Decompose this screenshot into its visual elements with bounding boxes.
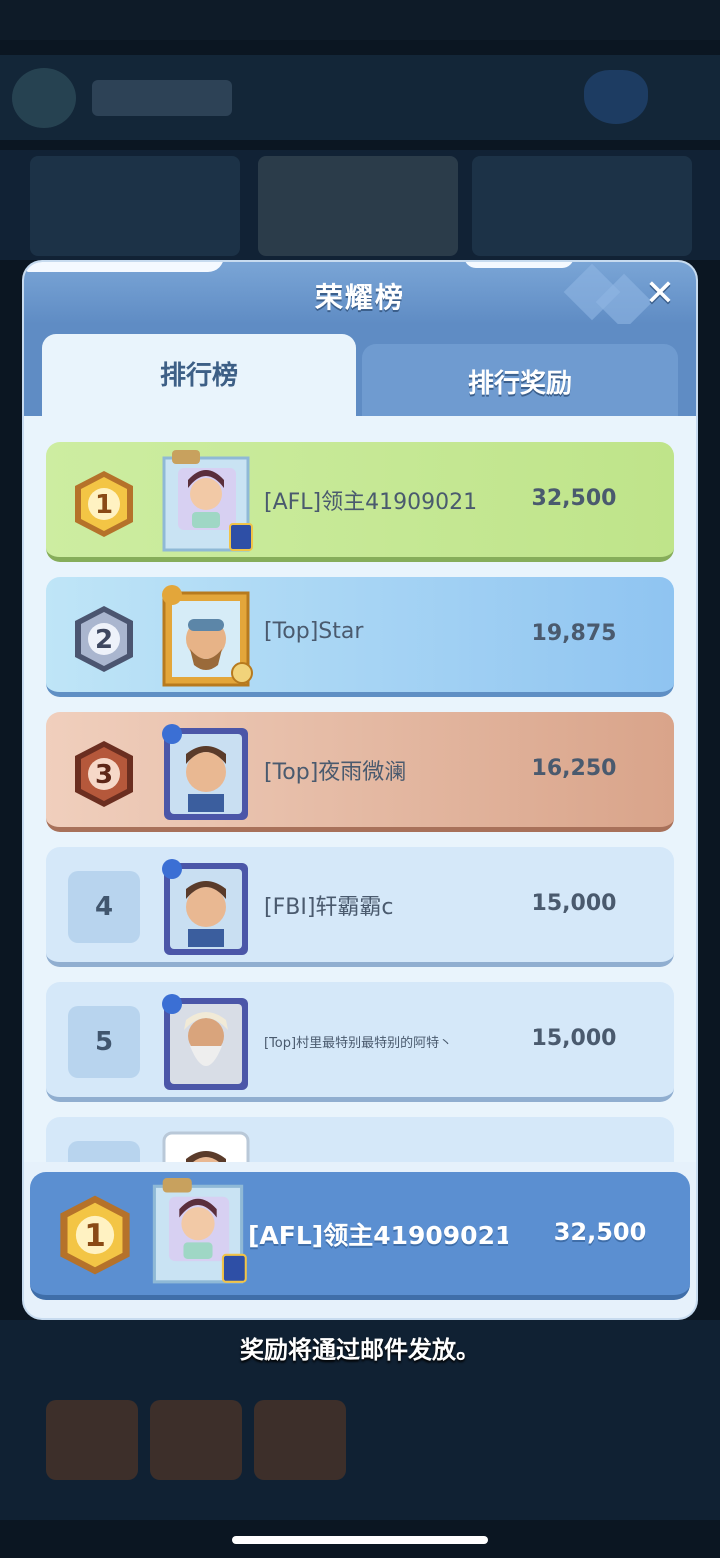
leaderboard-row[interactable] [46,1117,674,1162]
leaderboard-row[interactable]: 5 [Top]村里最特别最特别的阿特丶 15,000 [46,982,674,1102]
player-score: 15,000 [531,1026,617,1051]
background-card [30,156,240,256]
leaderboard-list[interactable]: 1 [AFL]领主41909021 32,500 2 [Top]Star 19,… [24,416,696,1162]
player-name: [Top]Star [264,619,364,644]
rank-number: 4 [68,871,140,943]
medal-rank-label: 3 [95,760,113,790]
leaderboard-row[interactable]: 2 [Top]Star 19,875 [46,577,674,697]
gold-medal-icon: 1 [75,471,133,537]
player-name: [Top]村里最特别最特别的阿特丶 [264,1036,453,1051]
background-title-blur [92,80,232,116]
modal-title: 荣耀榜 [314,281,405,314]
my-player-name: [AFL]领主41909021 [248,1221,508,1250]
rank-number [68,1141,140,1162]
rank-number: 5 [68,1006,140,1078]
background-slot [46,1400,138,1480]
player-name: [Top]夜雨微澜 [264,760,407,785]
avatar-frame-icon [162,859,248,955]
snow-decoration [24,262,224,272]
background-logo [12,68,76,128]
background-card [472,156,692,256]
player-name: [FBI]轩霸霸c [264,895,394,920]
player-score: 32,500 [531,486,617,511]
snow-decoration [464,262,574,268]
tab-rank-rewards[interactable]: 排行奖励 [362,344,678,418]
reward-mail-note: 奖励将通过邮件发放。 [240,1336,480,1364]
close-icon[interactable]: ✕ [640,274,680,314]
player-name: [AFL]领主41909021 [264,490,478,515]
modal-header: 荣耀榜 ✕ [24,262,696,331]
background-card [258,156,458,256]
home-indicator[interactable] [232,1536,488,1544]
leaderboard-row[interactable]: 1 [AFL]领主41909021 32,500 [46,442,674,562]
avatar-frame-icon [162,1131,250,1162]
avatar-frame-icon [162,724,248,820]
avatar-frame-icon [162,585,253,687]
avatar-frame-icon [162,994,248,1090]
my-player-score: 32,500 [553,1218,647,1246]
leaderboard-row[interactable]: 4 [FBI]轩霸霸c 15,000 [46,847,674,967]
background-shield-icon [584,70,648,124]
player-score: 19,875 [531,621,617,646]
avatar-frame-icon [162,450,253,552]
bronze-medal-icon: 3 [75,741,133,807]
avatar-frame-icon [152,1178,247,1284]
medal-rank-label: 1 [84,1218,106,1254]
medal-rank-label: 1 [95,490,113,520]
status-area [0,0,720,40]
leaderboard-modal: 荣耀榜 ✕ 排行榜 排行奖励 1 [AFL]领主41909021 32,500 … [24,262,696,1318]
background-slot [254,1400,346,1480]
my-rank-row[interactable]: 1 [AFL]领主41909021 32,500 [30,1172,690,1300]
gold-medal-icon: 1 [60,1195,130,1275]
leaderboard-row[interactable]: 3 [Top]夜雨微澜 16,250 [46,712,674,832]
tab-leaderboard[interactable]: 排行榜 [42,334,356,418]
player-score: 16,250 [531,756,617,781]
player-score: 15,000 [531,891,617,916]
silver-medal-icon: 2 [75,606,133,672]
background-slot [150,1400,242,1480]
medal-rank-label: 2 [95,625,113,655]
